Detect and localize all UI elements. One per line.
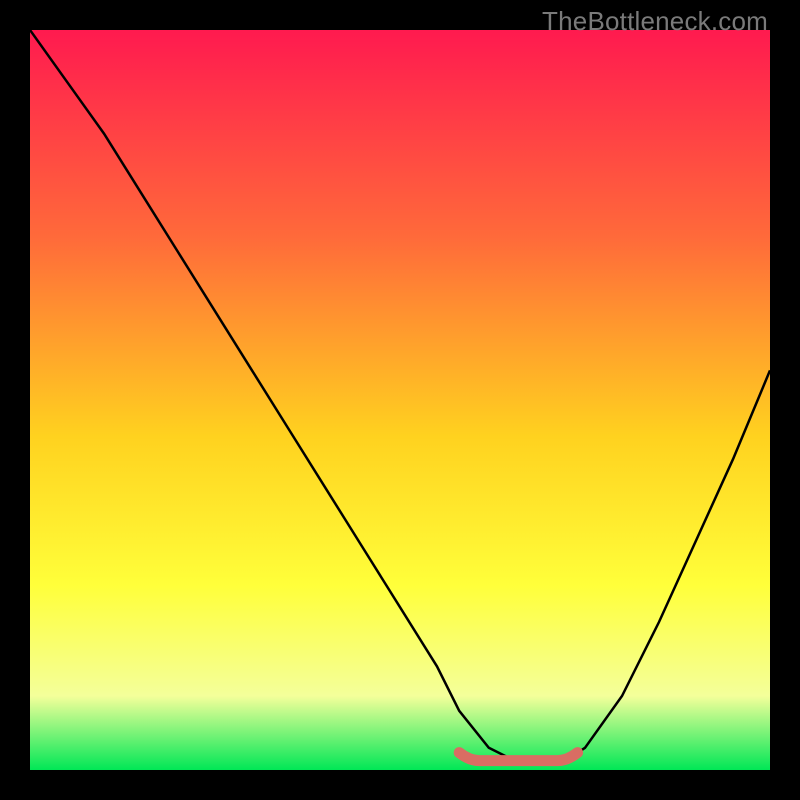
chart-frame: TheBottleneck.com	[0, 0, 800, 800]
watermark-text: TheBottleneck.com	[542, 6, 768, 37]
background-gradient	[30, 30, 770, 770]
plot-area	[30, 30, 770, 770]
